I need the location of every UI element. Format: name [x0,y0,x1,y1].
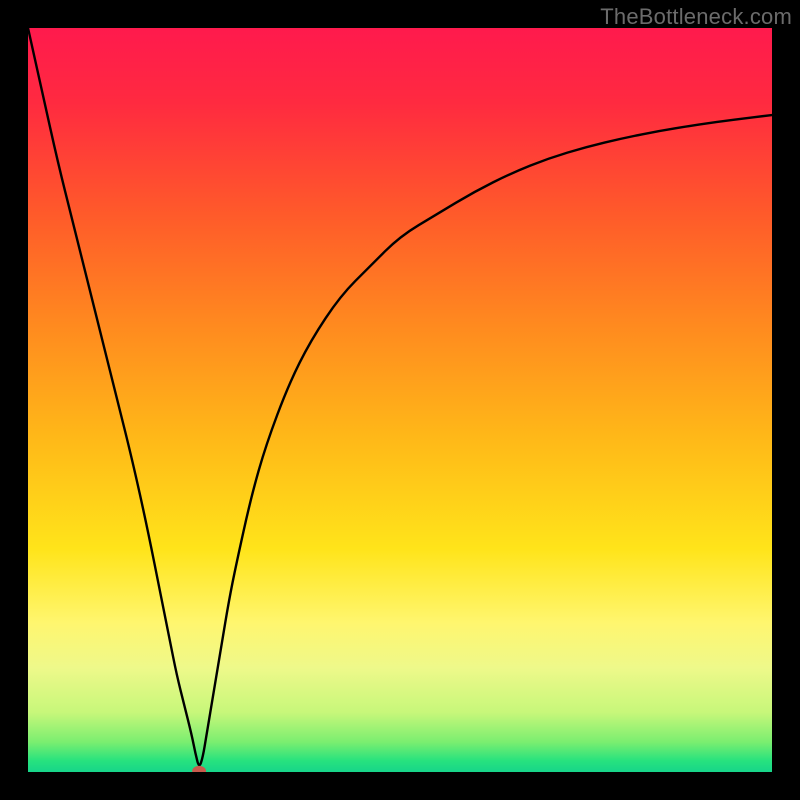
chart-background [28,28,772,772]
plot-area [28,28,772,772]
chart-svg [28,28,772,772]
chart-container: TheBottleneck.com [0,0,800,800]
watermark-text: TheBottleneck.com [600,4,792,30]
